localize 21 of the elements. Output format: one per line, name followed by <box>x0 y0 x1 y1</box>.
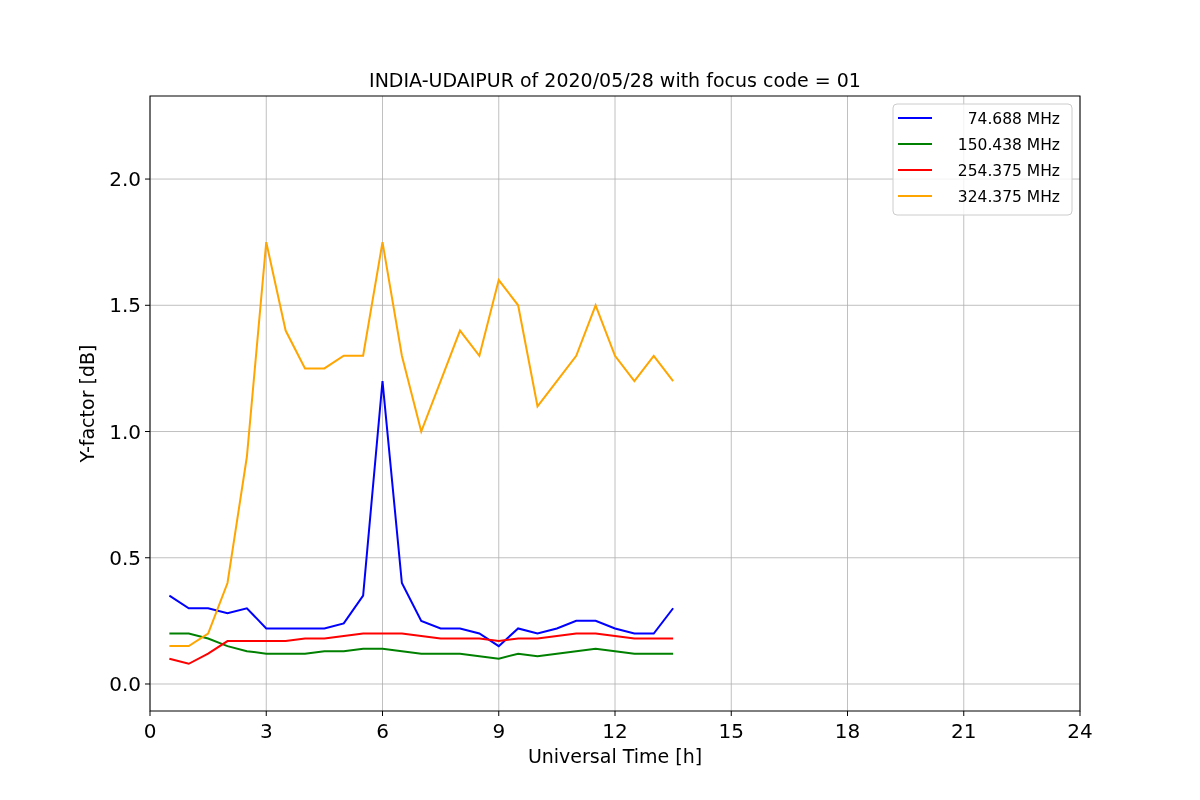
tick-label: 0 <box>143 719 157 743</box>
tick-label: 15 <box>718 719 744 743</box>
tick-label: 6 <box>376 719 389 743</box>
tick-label: 18 <box>834 719 861 743</box>
axis-label: Universal Time [h] <box>527 745 703 767</box>
tick-label: 12 <box>602 719 628 743</box>
legend-label: 324.375 MHz <box>957 188 1060 206</box>
tick-label: 0.5 <box>109 545 141 570</box>
legend-label: 74.688 MHz <box>967 110 1060 128</box>
tick-label: 3 <box>259 719 273 743</box>
tick-label: 2.0 <box>109 167 141 192</box>
legend-label: 150.438 MHz <box>957 136 1060 154</box>
legend-label: 254.375 MHz <box>957 162 1060 180</box>
tick-label: 1.5 <box>109 293 141 318</box>
tick-label: 21 <box>951 719 977 743</box>
tick-label: 24 <box>1067 719 1093 743</box>
chart-title: INDIA-UDAIPUR of 2020/05/28 with focus code = 01 <box>369 69 861 91</box>
tick-label: 1.0 <box>109 419 141 444</box>
tick-label: 9 <box>492 719 506 743</box>
tick-label: 0.0 <box>109 672 141 696</box>
axis-label: Y-factor [dB] <box>76 344 98 463</box>
